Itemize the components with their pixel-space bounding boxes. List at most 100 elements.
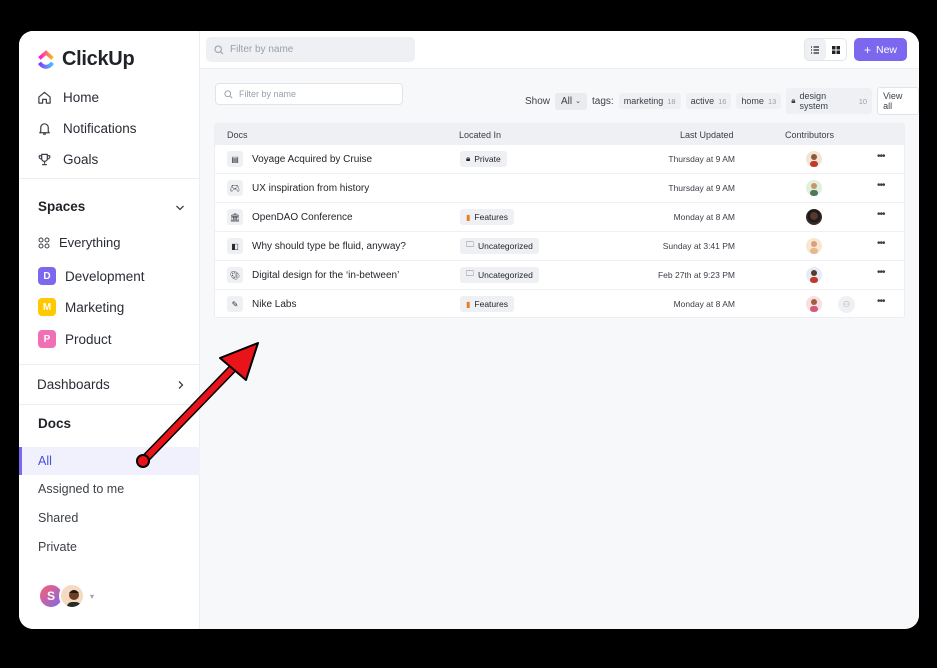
table-row[interactable]: ▤ Voyage Acquired by Cruise 🔒︎ Private Th… bbox=[215, 145, 904, 174]
location-chip[interactable]: 🗀 Uncategorized bbox=[460, 267, 539, 283]
tags-label: tags: bbox=[592, 95, 614, 107]
tag-name: active bbox=[690, 96, 715, 106]
table-row[interactable]: 🏛︎ OpenDAO Conference ▮ Features Monday a… bbox=[215, 203, 904, 232]
filter-placeholder: Filter by name bbox=[239, 89, 297, 99]
table-row[interactable]: 🎮︎ UX inspiration from history Thursday … bbox=[215, 174, 904, 203]
search-icon bbox=[214, 44, 224, 54]
sidebar-item-docs-assigned[interactable]: Assigned to me bbox=[38, 482, 124, 496]
sidebar-item-product[interactable]: P Product bbox=[38, 330, 112, 348]
page-icon: ◧ bbox=[227, 238, 243, 254]
space-badge: D bbox=[38, 267, 56, 285]
nav-goals[interactable]: Goals bbox=[37, 152, 98, 167]
location-chip[interactable]: ▮ Features bbox=[460, 296, 514, 312]
last-updated: Feb 27th at 9:23 PM bbox=[657, 270, 735, 280]
contributor-avatar[interactable] bbox=[806, 296, 822, 312]
tag-design-system[interactable]: 🔒︎ design system 10 bbox=[786, 88, 873, 114]
tag-active[interactable]: active 16 bbox=[685, 93, 732, 109]
location-chip[interactable]: 🗀 Uncategorized bbox=[460, 238, 539, 254]
header-updated[interactable]: Last Updated bbox=[680, 130, 734, 140]
location-chip[interactable]: ▮ Features bbox=[460, 209, 514, 225]
grid-icon bbox=[831, 45, 840, 54]
trophy-icon bbox=[38, 153, 51, 166]
clickup-logo[interactable]: ClickUp bbox=[36, 48, 135, 71]
tag-count: 16 bbox=[718, 96, 727, 106]
chevron-down-icon[interactable] bbox=[175, 203, 185, 213]
book-icon: ▮ bbox=[466, 299, 471, 309]
list-view-button[interactable] bbox=[805, 39, 826, 60]
folder-icon: 🗀 bbox=[466, 269, 474, 278]
space-badge: M bbox=[38, 298, 56, 316]
tag-home[interactable]: home 13 bbox=[736, 93, 782, 109]
header-contributors[interactable]: Contributors bbox=[785, 130, 834, 140]
more-icon[interactable]: ••• bbox=[877, 267, 885, 278]
sidebar-item-docs-all[interactable]: All bbox=[38, 454, 52, 468]
sidebar-item-docs-private[interactable]: Private bbox=[38, 540, 77, 554]
more-icon[interactable]: ••• bbox=[877, 151, 885, 162]
doc-name[interactable]: Voyage Acquired by Cruise bbox=[252, 154, 372, 165]
tag-marketing[interactable]: marketing 18 bbox=[618, 93, 681, 109]
profile-avatar[interactable] bbox=[59, 583, 85, 609]
location-label: Private bbox=[474, 154, 501, 164]
tag-name: home bbox=[741, 96, 764, 106]
folder-icon: 🗀 bbox=[466, 240, 474, 249]
tag-count: 18 bbox=[667, 96, 676, 106]
caret-down-icon[interactable]: ▾ bbox=[90, 592, 94, 601]
app-name: ClickUp bbox=[62, 48, 135, 70]
top-bar: Filter by name + New bbox=[200, 31, 919, 69]
doc-name[interactable]: OpenDAO Conference bbox=[252, 212, 353, 223]
sidebar-item-development[interactable]: D Development bbox=[38, 267, 145, 285]
new-button[interactable]: + New bbox=[854, 38, 907, 61]
view-all-button[interactable]: View all bbox=[877, 87, 919, 115]
show-select[interactable]: All ⌄ bbox=[555, 92, 588, 110]
building-icon: 🏛︎ bbox=[227, 209, 243, 225]
everything-label: Everything bbox=[59, 235, 121, 250]
sidebar-item-docs-shared[interactable]: Shared bbox=[38, 511, 78, 525]
tool-icon: ✎ bbox=[227, 296, 243, 312]
tag-name: design system bbox=[799, 91, 829, 111]
contributor-avatar[interactable] bbox=[806, 151, 822, 167]
space-label: Product bbox=[65, 331, 112, 347]
tag-filters: Show All ⌄ tags: marketing 18 active 16 ho… bbox=[525, 87, 919, 115]
contributor-avatar[interactable] bbox=[806, 267, 822, 283]
doc-name[interactable]: Why should type be fluid, anyway? bbox=[252, 241, 406, 252]
chevron-right-icon[interactable] bbox=[176, 380, 186, 390]
contributor-avatar[interactable] bbox=[806, 209, 822, 225]
location-chip[interactable]: 🔒︎ Private bbox=[460, 151, 507, 167]
nav-home[interactable]: Home bbox=[37, 90, 99, 105]
more-icon[interactable]: ••• bbox=[877, 238, 885, 249]
person-avatar-icon bbox=[810, 183, 818, 196]
doc-name[interactable]: Digital design for the ‘in-between’ bbox=[252, 270, 399, 281]
sidebar-item-dashboards[interactable]: Dashboards bbox=[37, 377, 110, 392]
doc-name[interactable]: UX inspiration from history bbox=[252, 183, 369, 194]
table-row[interactable]: ◧ Why should type be fluid, anyway? 🗀 Unc… bbox=[215, 232, 904, 261]
person-avatar-icon bbox=[807, 209, 821, 223]
grid-view-button[interactable] bbox=[826, 39, 847, 60]
nav-notifications[interactable]: Notifications bbox=[37, 121, 137, 136]
contributor-avatar[interactable] bbox=[806, 238, 822, 254]
header-location[interactable]: Located In bbox=[459, 130, 501, 140]
more-icon[interactable]: ••• bbox=[877, 209, 885, 220]
last-updated: Thursday at 9 AM bbox=[668, 154, 735, 164]
grid-dots-icon bbox=[38, 237, 50, 248]
top-search-input[interactable]: Filter by name bbox=[206, 37, 415, 62]
table-row[interactable]: ✎ Nike Labs ▮ Features Monday at 8 AM ⚇ •… bbox=[215, 290, 904, 319]
show-label: Show bbox=[525, 95, 551, 107]
space-label: Development bbox=[65, 268, 145, 284]
location-label: Uncategorized bbox=[478, 241, 533, 251]
header-docs[interactable]: Docs bbox=[227, 130, 248, 140]
more-icon[interactable]: ••• bbox=[877, 296, 885, 307]
sidebar-item-everything[interactable]: Everything bbox=[38, 235, 120, 250]
doc-name[interactable]: Nike Labs bbox=[252, 299, 296, 310]
contributor-avatar[interactable] bbox=[806, 180, 822, 196]
filter-input[interactable]: Filter by name bbox=[215, 83, 403, 105]
nav-goals-label: Goals bbox=[63, 152, 99, 167]
table-row[interactable]: 🎨︎ Digital design for the ‘in-between’ 🗀… bbox=[215, 261, 904, 290]
lock-icon: 🔒︎ bbox=[791, 96, 796, 105]
dashboards-label: Dashboards bbox=[37, 377, 110, 392]
add-contributor-icon[interactable]: ⚇ bbox=[838, 296, 855, 313]
sidebar-item-marketing[interactable]: M Marketing bbox=[38, 298, 124, 316]
more-icon[interactable]: ••• bbox=[877, 180, 885, 191]
main-content: Filter by name + New Filter by name Show bbox=[200, 31, 919, 629]
spaces-title[interactable]: Spaces bbox=[38, 199, 85, 214]
palette-icon: 🎨︎ bbox=[227, 267, 243, 283]
